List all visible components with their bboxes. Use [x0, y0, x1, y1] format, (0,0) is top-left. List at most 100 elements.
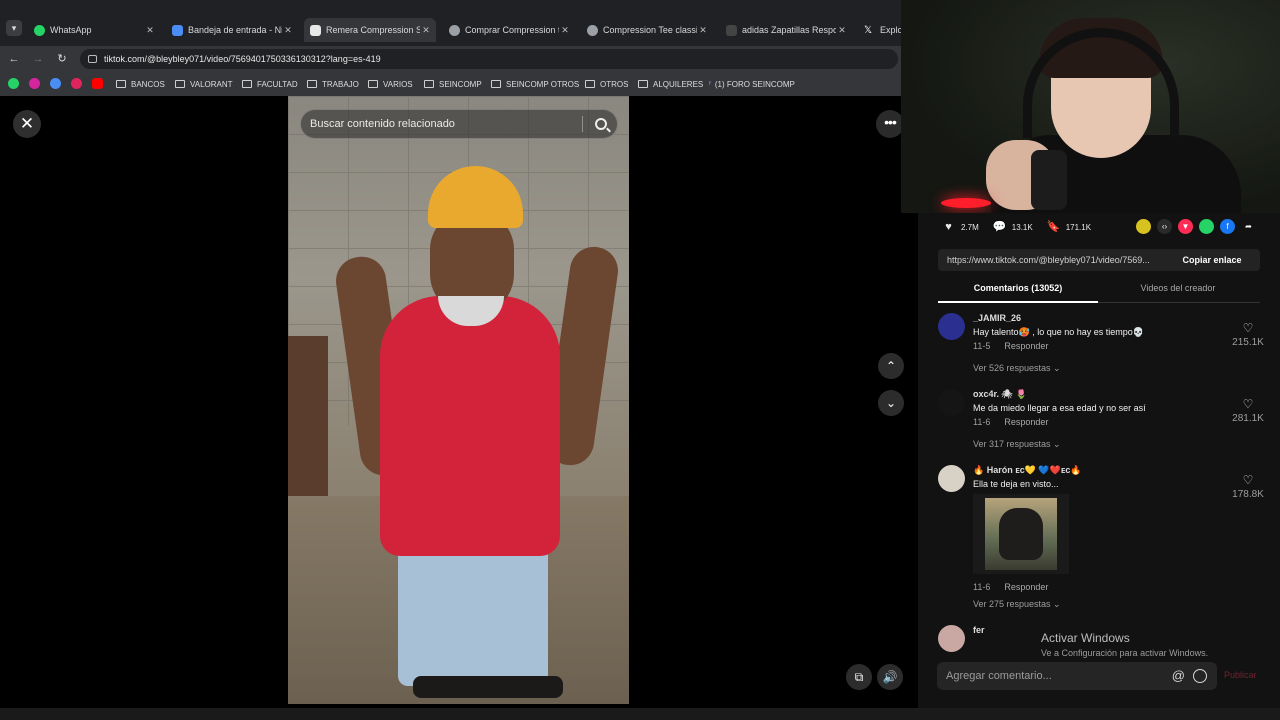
- tab-x[interactable]: 𝕏 Explot: [858, 18, 901, 42]
- bookmark-folder[interactable]: TRABAJO: [307, 77, 359, 91]
- bookmark-link[interactable]: ᶠ (1) FORO SEINCOMP: [709, 77, 795, 91]
- comment-like-button[interactable]: ♡ 215.1K: [1228, 321, 1268, 348]
- more-options-icon[interactable]: •••: [876, 110, 904, 138]
- bookmark-folder[interactable]: FACULTAD: [242, 77, 298, 91]
- chevron-down-icon[interactable]: ⌄: [878, 390, 904, 416]
- globe-icon: [449, 24, 460, 36]
- tab-close-icon[interactable]: ✕: [420, 25, 432, 36]
- tab-comments[interactable]: Comentarios (13052): [938, 283, 1098, 293]
- tab-adidas[interactable]: adidas Zapatillas Respons... ✕: [720, 18, 852, 42]
- save-button[interactable]: 🔖 171.1K: [1047, 221, 1091, 234]
- bookmark-folder[interactable]: OTROS: [585, 77, 628, 91]
- tab-creator-videos[interactable]: Videos del creador: [1098, 283, 1258, 293]
- folder-icon: [242, 80, 252, 88]
- whatsapp-icon[interactable]: [1199, 219, 1214, 234]
- site-settings-icon[interactable]: [88, 55, 97, 63]
- bookmark-folder[interactable]: SEINCOMP: [424, 77, 482, 91]
- comment-button[interactable]: 💬 13.1K: [993, 221, 1033, 234]
- comment-username[interactable]: fer: [973, 625, 985, 635]
- related-search-input[interactable]: Buscar contenido relacionado: [300, 109, 618, 139]
- tab-remera[interactable]: Remera Compression Shi... ✕: [304, 18, 436, 42]
- reply-button[interactable]: Responder: [1004, 582, 1048, 592]
- tab-close-icon[interactable]: ✕: [144, 25, 156, 36]
- tab-whatsapp[interactable]: WhatsApp ✕: [28, 18, 160, 42]
- bookmark-folder[interactable]: VARIOS: [368, 77, 413, 91]
- bookmark-folder[interactable]: VALORANT: [175, 77, 233, 91]
- facebook-icon[interactable]: f: [1220, 219, 1235, 234]
- video-link-field[interactable]: https://www.tiktok.com/@bleybley071/vide…: [938, 249, 1260, 271]
- comment-date: 11-5: [973, 341, 991, 351]
- whatsapp-bookmark-icon[interactable]: [8, 78, 19, 89]
- avatar[interactable]: [938, 625, 965, 652]
- panel-tabs: Comentarios (13052) Videos del creador: [938, 277, 1260, 303]
- copy-link-button[interactable]: Copiar enlace: [1164, 249, 1260, 271]
- bookmark-icon: 🔖: [1046, 220, 1061, 233]
- share-arrow-icon[interactable]: ➦: [1241, 219, 1256, 234]
- avatar[interactable]: [938, 313, 965, 340]
- person-jeans: [398, 536, 548, 686]
- app-bookmark-icon[interactable]: [71, 78, 82, 89]
- address-bar-row: ← → ↻ tiktok.com/@bleybley071/video/7569…: [0, 46, 901, 72]
- tab-comprar[interactable]: Comprar Compression te... ✕: [443, 18, 575, 42]
- comment-meta: 11-5 Responder: [973, 341, 1048, 351]
- tab-mail[interactable]: Bandeja de entrada - Nic... ✕: [166, 18, 298, 42]
- comment-meta: 11-6 Responder: [973, 582, 1048, 592]
- embed-icon[interactable]: ‹›: [1157, 219, 1172, 234]
- video-stage: ✕ Buscar contenido relacionado ••• ⌃ ⌄ ⧉…: [0, 96, 918, 708]
- adidas-icon: [726, 24, 737, 36]
- bookmark-label: VALORANT: [190, 79, 233, 89]
- view-replies-button[interactable]: Ver 526 respuestas ⌄: [973, 363, 1061, 374]
- search-icon[interactable]: [595, 118, 607, 130]
- send-icon[interactable]: ▼: [1178, 219, 1193, 234]
- pip-icon[interactable]: ⧉: [846, 664, 872, 690]
- comment-image[interactable]: [973, 494, 1069, 574]
- view-replies-button[interactable]: Ver 317 respuestas ⌄: [973, 439, 1061, 450]
- back-icon[interactable]: ←: [6, 51, 22, 67]
- youtube-bookmark-icon[interactable]: [92, 78, 103, 89]
- tab-close-icon[interactable]: ✕: [282, 25, 294, 36]
- comment-username[interactable]: oxc4r. 🕷 🌷: [973, 389, 1027, 400]
- tab-close-icon[interactable]: ✕: [836, 25, 848, 36]
- mention-icon[interactable]: @: [1172, 662, 1185, 690]
- close-icon[interactable]: ✕: [13, 110, 41, 138]
- bookmark-label: TRABAJO: [322, 79, 359, 89]
- emoji-icon[interactable]: [1193, 669, 1207, 683]
- folder-icon: [116, 80, 126, 88]
- tab-close-icon[interactable]: ✕: [559, 25, 571, 36]
- reply-button[interactable]: Responder: [1004, 417, 1048, 427]
- coin-icon[interactable]: [1136, 219, 1151, 234]
- volume-icon[interactable]: 🔊: [877, 664, 903, 690]
- comment-input[interactable]: Agregar comentario... @: [937, 662, 1217, 690]
- bookmark-folder[interactable]: BANCOS: [116, 77, 165, 91]
- windows-activation-title: Activar Windows: [1041, 631, 1130, 645]
- reload-icon[interactable]: ↻: [54, 51, 70, 67]
- bookmark-folder[interactable]: SEINCOMP OTROS: [491, 77, 579, 91]
- like-count: 2.7M: [961, 222, 979, 232]
- tab-search-button[interactable]: ▾: [6, 20, 22, 36]
- tab-compression[interactable]: Compression Tee classic b... ✕: [581, 18, 713, 42]
- bookmark-label: (1) FORO SEINCOMP: [714, 79, 795, 89]
- view-replies-button[interactable]: Ver 275 respuestas ⌄: [973, 599, 1061, 610]
- url-field[interactable]: tiktok.com/@bleybley071/video/7569401750…: [80, 49, 898, 69]
- comment-like-button[interactable]: ♡ 178.8K: [1228, 473, 1268, 500]
- avatar[interactable]: [938, 389, 965, 416]
- video-player[interactable]: [288, 96, 629, 704]
- action-bar: ♥ 2.7M 💬 13.1K 🔖 171.1K: [942, 219, 1105, 235]
- tab-title: adidas Zapatillas Respons...: [742, 25, 836, 35]
- comment-like-button[interactable]: ♡ 281.1K: [1228, 397, 1268, 424]
- comment-username[interactable]: _JAMIR_26: [973, 313, 1021, 323]
- url-text: tiktok.com/@bleybley071/video/7569401750…: [104, 54, 381, 64]
- comment-username[interactable]: 🔥 Harón ᴇᴄ💛 💙❤️ᴇᴄ🔥: [973, 465, 1082, 476]
- like-button[interactable]: ♥ 2.7M: [942, 221, 979, 234]
- publish-button[interactable]: Publicar: [1224, 670, 1257, 680]
- chevron-up-icon[interactable]: ⌃: [878, 353, 904, 379]
- tab-close-icon[interactable]: ✕: [697, 25, 709, 36]
- reply-button[interactable]: Responder: [1004, 341, 1048, 351]
- bookmark-folder[interactable]: ALQUILERES: [638, 77, 703, 91]
- avatar[interactable]: [938, 465, 965, 492]
- instagram-bookmark-icon[interactable]: [29, 78, 40, 89]
- store-icon: [310, 24, 321, 36]
- drive-bookmark-icon[interactable]: [50, 78, 61, 89]
- forward-icon[interactable]: →: [30, 51, 46, 67]
- comment-list: _JAMIR_26 Hay talento🥵 , lo que no hay e…: [938, 313, 1268, 653]
